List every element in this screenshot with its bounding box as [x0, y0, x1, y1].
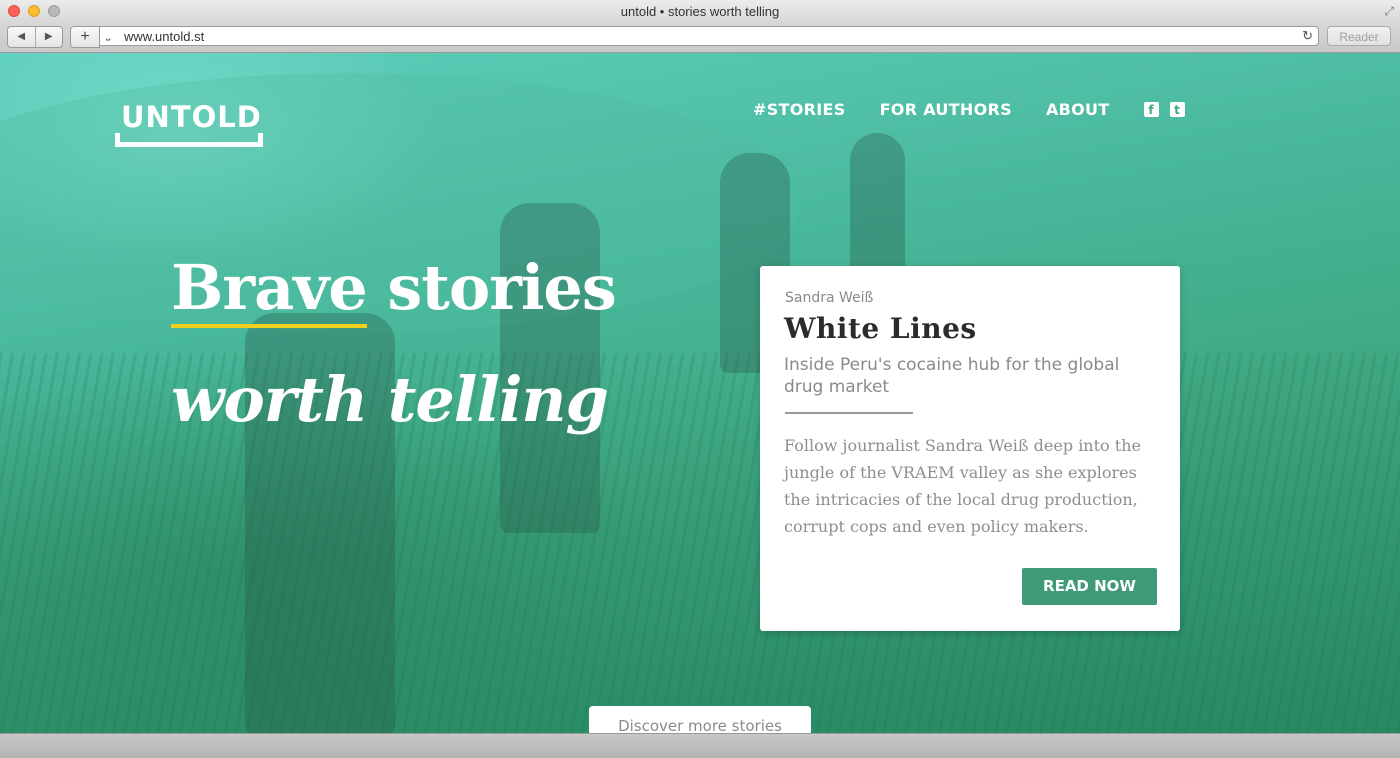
nav-for-authors[interactable]: FOR AUTHORS [880, 100, 1012, 119]
hero-headline-line1: Brave stories [171, 251, 617, 324]
back-arrow-icon[interactable]: ◀ [8, 27, 35, 47]
window-title: untold • stories worth telling [620, 4, 780, 19]
nav-stories[interactable]: #STORIES [753, 100, 846, 119]
featured-story-card: Sandra Weiß White Lines Inside Peru's co… [760, 266, 1180, 631]
hero-headline-line2: worth telling [171, 363, 609, 436]
hero-word: stories [387, 251, 616, 324]
story-description: Follow journalist Sandra Weiß deep into … [784, 436, 1141, 536]
story-author: Sandra Weiß [785, 290, 874, 306]
site-nav: #STORIES FOR AUTHORS ABOUT f t [753, 100, 1196, 119]
story-title[interactable]: White Lines [784, 312, 977, 345]
discover-more-button[interactable]: Discover more stories [589, 706, 811, 733]
logo-text: UNTOLD [121, 100, 262, 134]
reload-icon[interactable]: ↻ [1302, 28, 1313, 44]
facebook-icon[interactable]: f [1143, 102, 1159, 117]
story-subtitle: Inside Peru's cocaine hub for the global… [784, 355, 1120, 397]
hero-highlight-word: Brave [171, 251, 368, 324]
page-viewport: UNTOLD #STORIES FOR AUTHORS ABOUT f t Br… [0, 53, 1400, 733]
forward-arrow-icon[interactable]: ▶ [34, 27, 63, 47]
site-logo[interactable]: UNTOLD [115, 98, 263, 154]
card-divider [785, 412, 913, 414]
fullscreen-icon[interactable]: ⤢ [1384, 4, 1394, 19]
logo-bracket [115, 133, 263, 147]
read-now-button[interactable]: READ NOW [1022, 568, 1157, 605]
window-titlebar: untold • stories worth telling ⤢ [0, 0, 1400, 22]
history-nav: ◀ ▶ [7, 26, 63, 48]
nav-about[interactable]: ABOUT [1046, 100, 1110, 119]
site-icon: ⎵ [106, 29, 111, 41]
url-text[interactable]: www.untold.st [124, 29, 204, 44]
reader-button[interactable]: Reader [1327, 26, 1391, 46]
add-bookmark-button[interactable]: + [70, 26, 100, 48]
browser-toolbar: ◀ ▶ + ⎵ www.untold.st ↻ Reader [0, 22, 1400, 53]
browser-statusbar [0, 733, 1400, 758]
twitter-icon[interactable]: t [1169, 102, 1185, 117]
address-bar[interactable]: ⎵ www.untold.st ↻ [99, 26, 1319, 46]
